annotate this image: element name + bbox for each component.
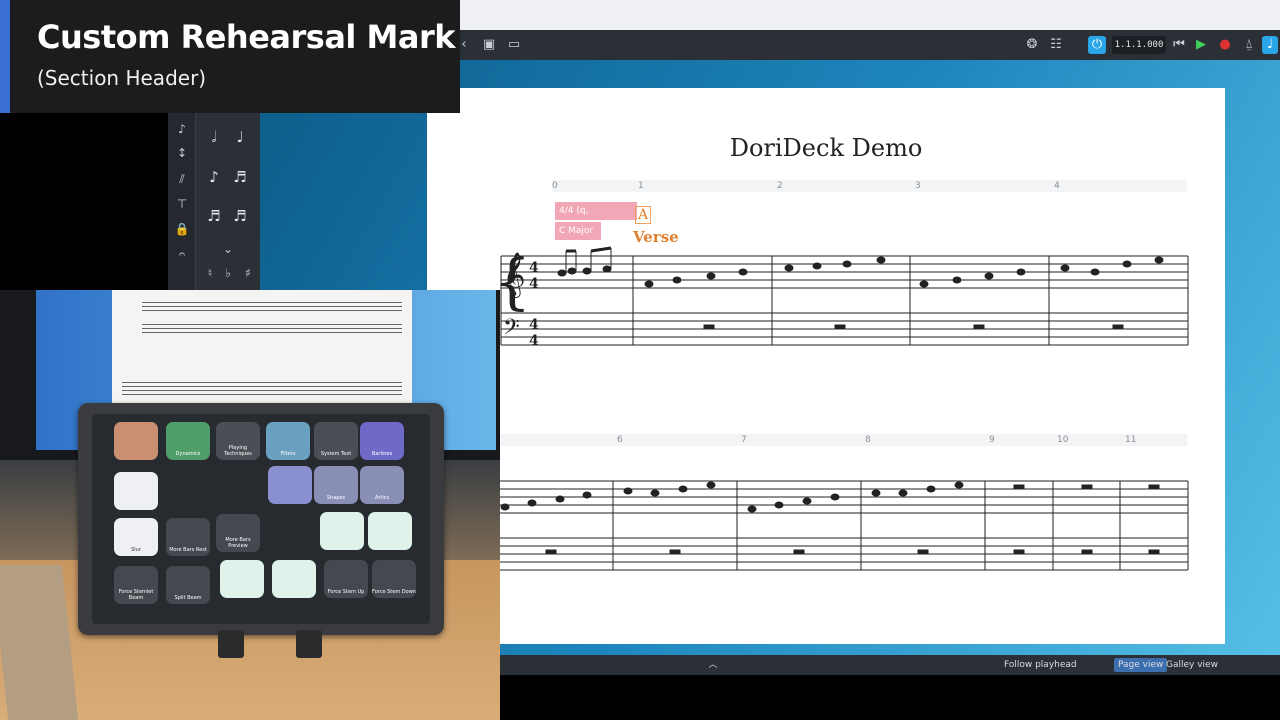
tablet-key xyxy=(368,512,412,550)
svg-text:4: 4 xyxy=(529,333,539,349)
tablet-screen: Dynamics Playing Techniques Filters Syst… xyxy=(92,414,430,624)
app-titlebar xyxy=(460,0,1280,30)
follow-playhead-label[interactable]: Follow playhead xyxy=(1004,658,1077,672)
tablet-key-label: Split Beam xyxy=(174,595,202,601)
tablet-key-logo xyxy=(114,422,158,460)
tablet-key-label: More Bars Rest xyxy=(169,547,207,553)
tablet-key xyxy=(268,466,312,504)
tablet-key: Force Stem Up xyxy=(324,560,368,598)
eighth-note-icon[interactable]: ♪ xyxy=(202,168,226,186)
palette-icon[interactable]: ❂ xyxy=(1024,36,1040,54)
tablet-stand xyxy=(296,630,322,658)
tablet-key: Playing Techniques xyxy=(216,422,260,460)
note-input-icon[interactable]: ♩ xyxy=(1262,36,1278,54)
tablet-key-label: Playing Techniques xyxy=(224,445,252,457)
tablet-key-label: Filters xyxy=(280,451,296,457)
metronome-icon[interactable]: ⍙ xyxy=(1242,36,1256,54)
half-note-icon[interactable]: 𝅗𝅥 xyxy=(202,128,226,146)
camera-photo: Dynamics Playing Techniques Filters Syst… xyxy=(0,290,500,720)
tablet-key-label: Shapes xyxy=(326,495,346,501)
grace-icon[interactable]: 𝄐 xyxy=(170,247,194,262)
record-icon[interactable]: ● xyxy=(1218,36,1232,54)
tablet-key-label: More Bars Preview xyxy=(225,537,251,549)
tablet-key-label: Dynamics xyxy=(175,451,201,457)
thirty-second-note-icon[interactable]: ♬ xyxy=(202,207,226,225)
window-icon[interactable]: ▣ xyxy=(480,36,498,54)
letterbox xyxy=(500,675,1280,720)
mixer-icon[interactable]: ☷ xyxy=(1046,36,1066,54)
chevron-up-icon[interactable]: ︿ xyxy=(706,658,720,672)
page-view-button[interactable]: Page view xyxy=(1114,658,1168,672)
sixty-fourth-note-icon[interactable]: ♬ xyxy=(228,207,252,225)
tablet-key: Split Beam xyxy=(166,566,210,604)
tablet-key: Force Stemlet Beam xyxy=(114,566,158,604)
tablet-key-label: Force Stemlet Beam xyxy=(118,589,154,601)
tablet-key xyxy=(320,512,364,550)
tablet-key: System Text xyxy=(314,422,358,460)
tablet-key: Filters xyxy=(266,422,310,460)
power-icon[interactable]: ⏻ xyxy=(1088,36,1106,54)
tablet-key xyxy=(272,560,316,598)
tablet-key-label: System Text xyxy=(320,451,352,457)
music-notation[interactable]: 𝄞 𝄢 4 4 4 4 { xyxy=(427,88,1225,644)
tablet-key-label: Force Stem Up xyxy=(327,589,365,595)
caption-accent xyxy=(0,0,10,113)
panel-icon[interactable]: ▭ xyxy=(505,36,523,54)
caption-title: Custom Rehearsal Mark xyxy=(37,18,456,56)
tablet-stand xyxy=(218,630,244,658)
sharp-icon[interactable]: ♯ xyxy=(236,266,260,280)
tremolo-icon[interactable]: ⫽ xyxy=(170,172,194,187)
screen: ‹ ▣ ▭ ❂ ☷ ⏻ 1.1.1.000 ⏮ ▶ ● ⍙ ♩ DoriDeck… xyxy=(0,0,1280,720)
svg-text:4: 4 xyxy=(529,317,539,333)
tablet-key xyxy=(220,560,264,598)
caption-banner: Custom Rehearsal Mark (Section Header) xyxy=(0,0,460,113)
pitch-icon[interactable]: ↕ xyxy=(170,146,194,160)
tablet-key: Artics xyxy=(360,466,404,504)
tablet-key: More Bars Preview xyxy=(216,514,260,552)
tablet-key: Barlines xyxy=(360,422,404,460)
sixteenth-note-icon[interactable]: ♬ xyxy=(228,168,252,186)
tablet-key: Shapes xyxy=(314,466,358,504)
tablet-key xyxy=(114,472,158,510)
tablet-key: Slur xyxy=(114,518,158,556)
tablet-key-label: Barlines xyxy=(371,451,393,457)
lock-icon[interactable]: 🔒 xyxy=(170,222,194,236)
chevron-down-icon[interactable]: ⌄ xyxy=(216,242,240,256)
playback-time: 1.1.1.000 xyxy=(1112,36,1166,54)
rewind-icon[interactable]: ⏮ xyxy=(1172,36,1186,54)
svg-text:𝄢: 𝄢 xyxy=(503,315,520,345)
tablet-key: Dynamics xyxy=(166,422,210,460)
tablet-key-label: Force Stem Down xyxy=(372,589,416,595)
quarter-note-icon[interactable]: ♩ xyxy=(228,128,252,146)
tablet-key: More Bars Rest xyxy=(166,518,210,556)
note-input-icon[interactable]: ♪ xyxy=(170,122,194,136)
play-icon[interactable]: ▶ xyxy=(1194,36,1208,54)
tablet-key-label: Slur xyxy=(131,547,141,553)
caption-subtitle: (Section Header) xyxy=(37,66,207,90)
galley-view-button[interactable]: Galley view xyxy=(1166,658,1218,672)
tuplet-icon[interactable]: ⊤ xyxy=(170,197,194,211)
score-page: DoriDeck Demo 0 1 2 3 4 4/4 (q, 1+1+1+1)… xyxy=(427,88,1225,644)
tablet-key-label: Artics xyxy=(374,495,390,501)
tablet-key: Force Stem Down xyxy=(372,560,416,598)
